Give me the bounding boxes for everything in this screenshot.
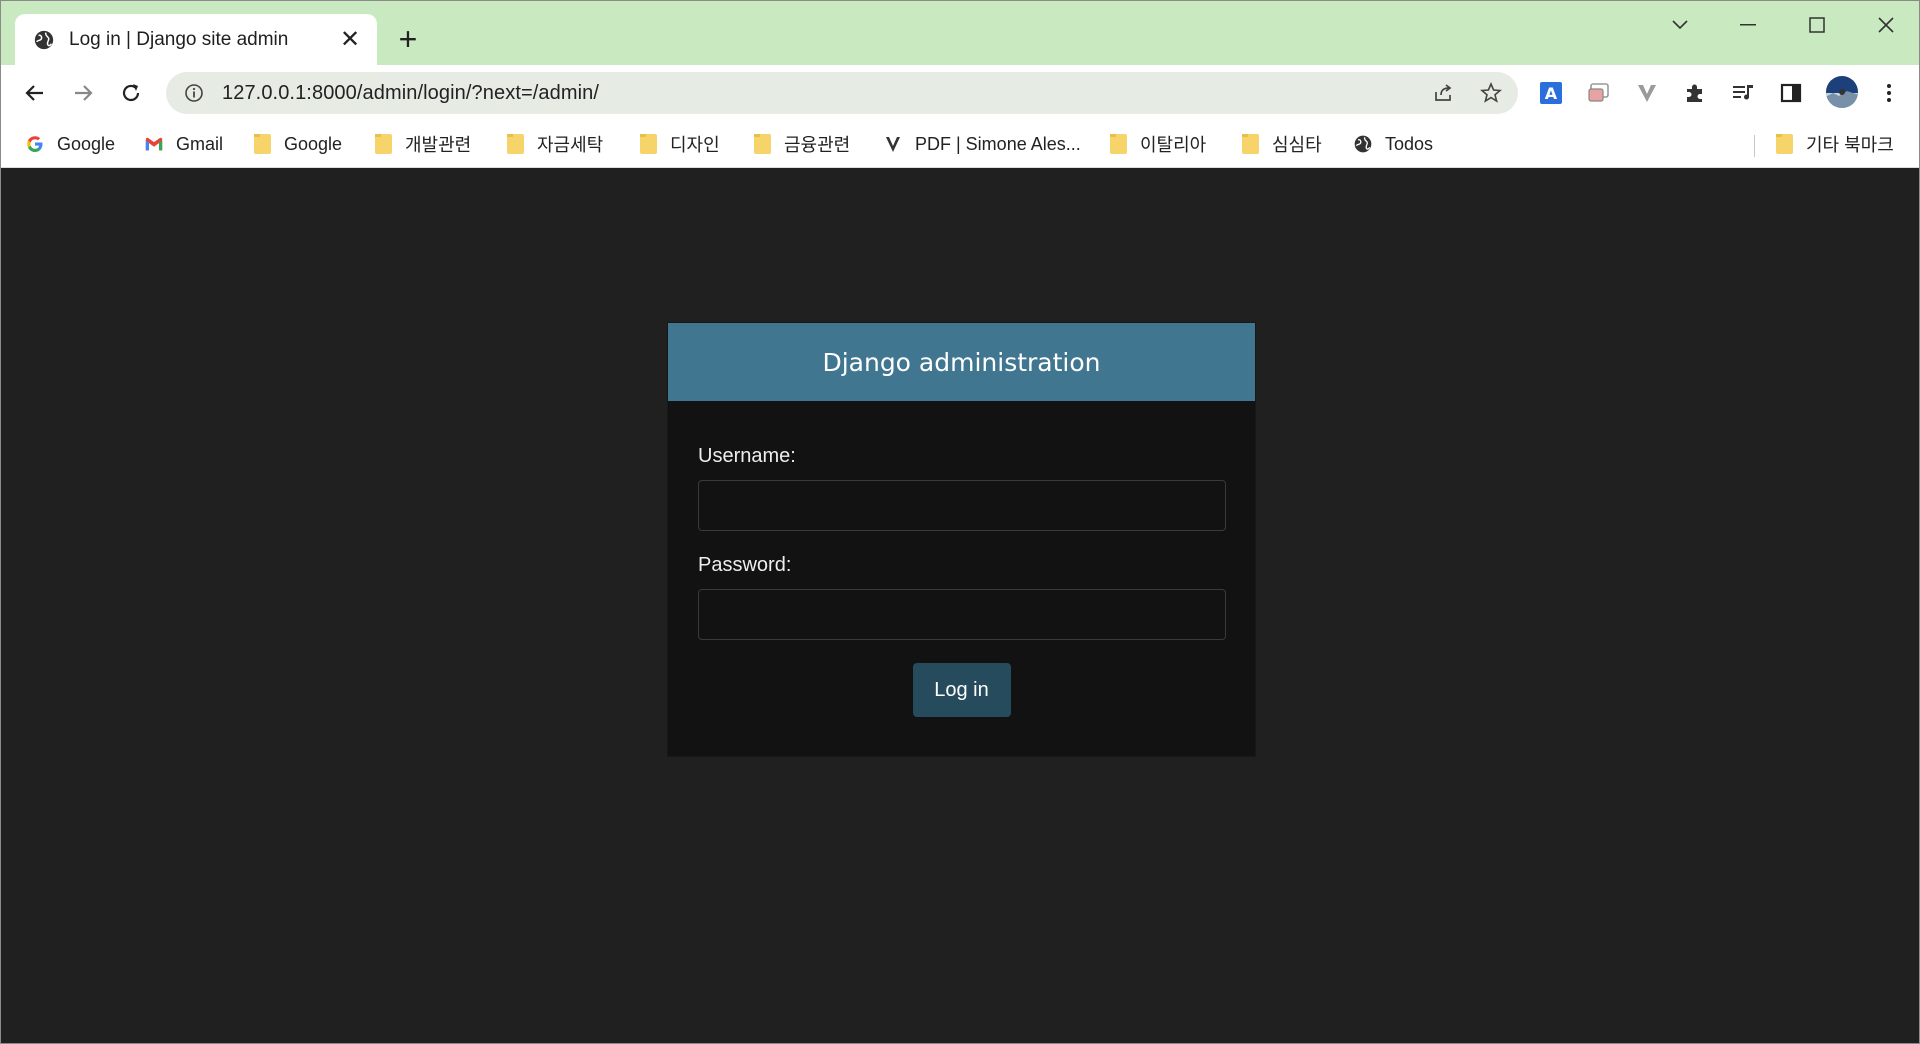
site-title[interactable]: Django administration [822, 348, 1100, 377]
gmail-icon [144, 134, 164, 154]
folder-icon [252, 134, 272, 154]
menu-kebab-icon[interactable] [1873, 77, 1905, 109]
page-content: Django administration Username: Password… [1, 168, 1919, 1043]
back-icon[interactable] [19, 77, 51, 109]
bookmark-label: 심심타 [1272, 135, 1322, 155]
v-extension-icon[interactable] [1631, 77, 1663, 109]
translate-extension-icon[interactable]: A [1535, 77, 1567, 109]
globe-icon [1353, 134, 1373, 154]
reading-list-icon[interactable] [1727, 77, 1759, 109]
bookmark-folder[interactable]: 디자인 [638, 131, 720, 157]
side-panel-icon[interactable] [1775, 77, 1807, 109]
username-input[interactable] [698, 480, 1226, 531]
browser-window: Log in | Django site admin ✕ + 127.0.0.1… [0, 0, 1920, 1044]
bookmark-label: Gmail [176, 133, 224, 154]
password-label: Password: [698, 554, 792, 576]
screenshot-extension-icon[interactable] [1583, 77, 1615, 109]
folder-icon [638, 134, 658, 154]
bookmark-label: Google [57, 133, 116, 154]
bookmark-folder[interactable]: 이탈리아 [1108, 131, 1206, 157]
close-tab-icon[interactable]: ✕ [337, 26, 363, 53]
bookmark-item[interactable]: Google [25, 131, 115, 157]
login-button[interactable]: Log in [912, 663, 1011, 717]
bookmark-folder[interactable]: 금융관련 [752, 131, 850, 157]
bookmark-label: PDF | Simone Ales... [915, 133, 1081, 154]
bookmark-label: 금융관련 [784, 135, 851, 155]
password-input[interactable] [698, 589, 1226, 640]
browser-toolbar: 127.0.0.1:8000/admin/login/?next=/admin/… [1, 65, 1919, 121]
login-form: Username: Password: Log in [668, 401, 1255, 717]
site-header: Django administration [668, 323, 1255, 401]
bookmark-label: Google [284, 133, 343, 154]
bookmark-label: 자금세탁 [537, 135, 604, 155]
bookmark-folder[interactable]: 자금세탁 [505, 131, 603, 157]
folder-icon [373, 134, 393, 154]
svg-text:A: A [1545, 84, 1558, 103]
bookmark-item[interactable]: Gmail [144, 131, 223, 157]
close-window-icon[interactable] [1866, 11, 1906, 39]
v-icon [883, 134, 903, 154]
bookmark-star-icon[interactable] [1476, 80, 1506, 106]
bookmark-label: 디자인 [670, 135, 720, 155]
minimize-icon[interactable] [1728, 11, 1768, 39]
url-text[interactable]: 127.0.0.1:8000/admin/login/?next=/admin/ [222, 82, 599, 105]
extensions-puzzle-icon[interactable] [1679, 77, 1711, 109]
forward-icon[interactable] [67, 77, 99, 109]
tab-active[interactable]: Log in | Django site admin ✕ [15, 14, 377, 65]
bookmarks-separator [1754, 135, 1755, 157]
bookmark-folder[interactable]: 개발관련 [373, 131, 471, 157]
address-bar[interactable]: 127.0.0.1:8000/admin/login/?next=/admin/ [166, 72, 1518, 114]
tab-title: Log in | Django site admin [69, 28, 289, 50]
reload-icon[interactable] [115, 77, 147, 109]
folder-icon [752, 134, 772, 154]
google-icon [25, 134, 45, 154]
site-info-icon[interactable] [180, 79, 208, 107]
tab-strip: Log in | Django site admin ✕ + [1, 1, 1919, 65]
login-container: Django administration Username: Password… [667, 322, 1256, 757]
bookmark-label: Todos [1385, 133, 1434, 154]
bookmarks-bar: Google Gmail Google 개발관련 자금세탁 디자인 금융관련 P… [1, 121, 1919, 168]
bookmark-label: 이탈리아 [1140, 135, 1207, 155]
new-tab-button[interactable]: + [393, 23, 423, 55]
folder-icon [505, 134, 525, 154]
bookmark-folder[interactable]: Google [252, 131, 342, 157]
share-icon[interactable] [1428, 80, 1458, 106]
bookmark-item[interactable]: PDF | Simone Ales... [883, 131, 1081, 157]
bookmark-label: 개발관련 [405, 135, 472, 155]
username-label: Username: [698, 445, 796, 467]
bookmark-item[interactable]: Todos [1353, 131, 1433, 157]
tab-search-icon[interactable] [1660, 11, 1700, 39]
submit-row: Log in [698, 663, 1225, 717]
folder-icon [1240, 134, 1260, 154]
other-bookmarks-folder[interactable]: 기타 북마크 [1774, 131, 1894, 157]
folder-icon [1108, 134, 1128, 154]
globe-icon [34, 30, 54, 49]
maximize-icon[interactable] [1797, 11, 1837, 39]
bookmark-label: 기타 북마크 [1806, 135, 1894, 155]
folder-icon [1774, 134, 1794, 154]
bookmark-folder[interactable]: 심심타 [1240, 131, 1322, 157]
avatar[interactable] [1823, 73, 1861, 111]
